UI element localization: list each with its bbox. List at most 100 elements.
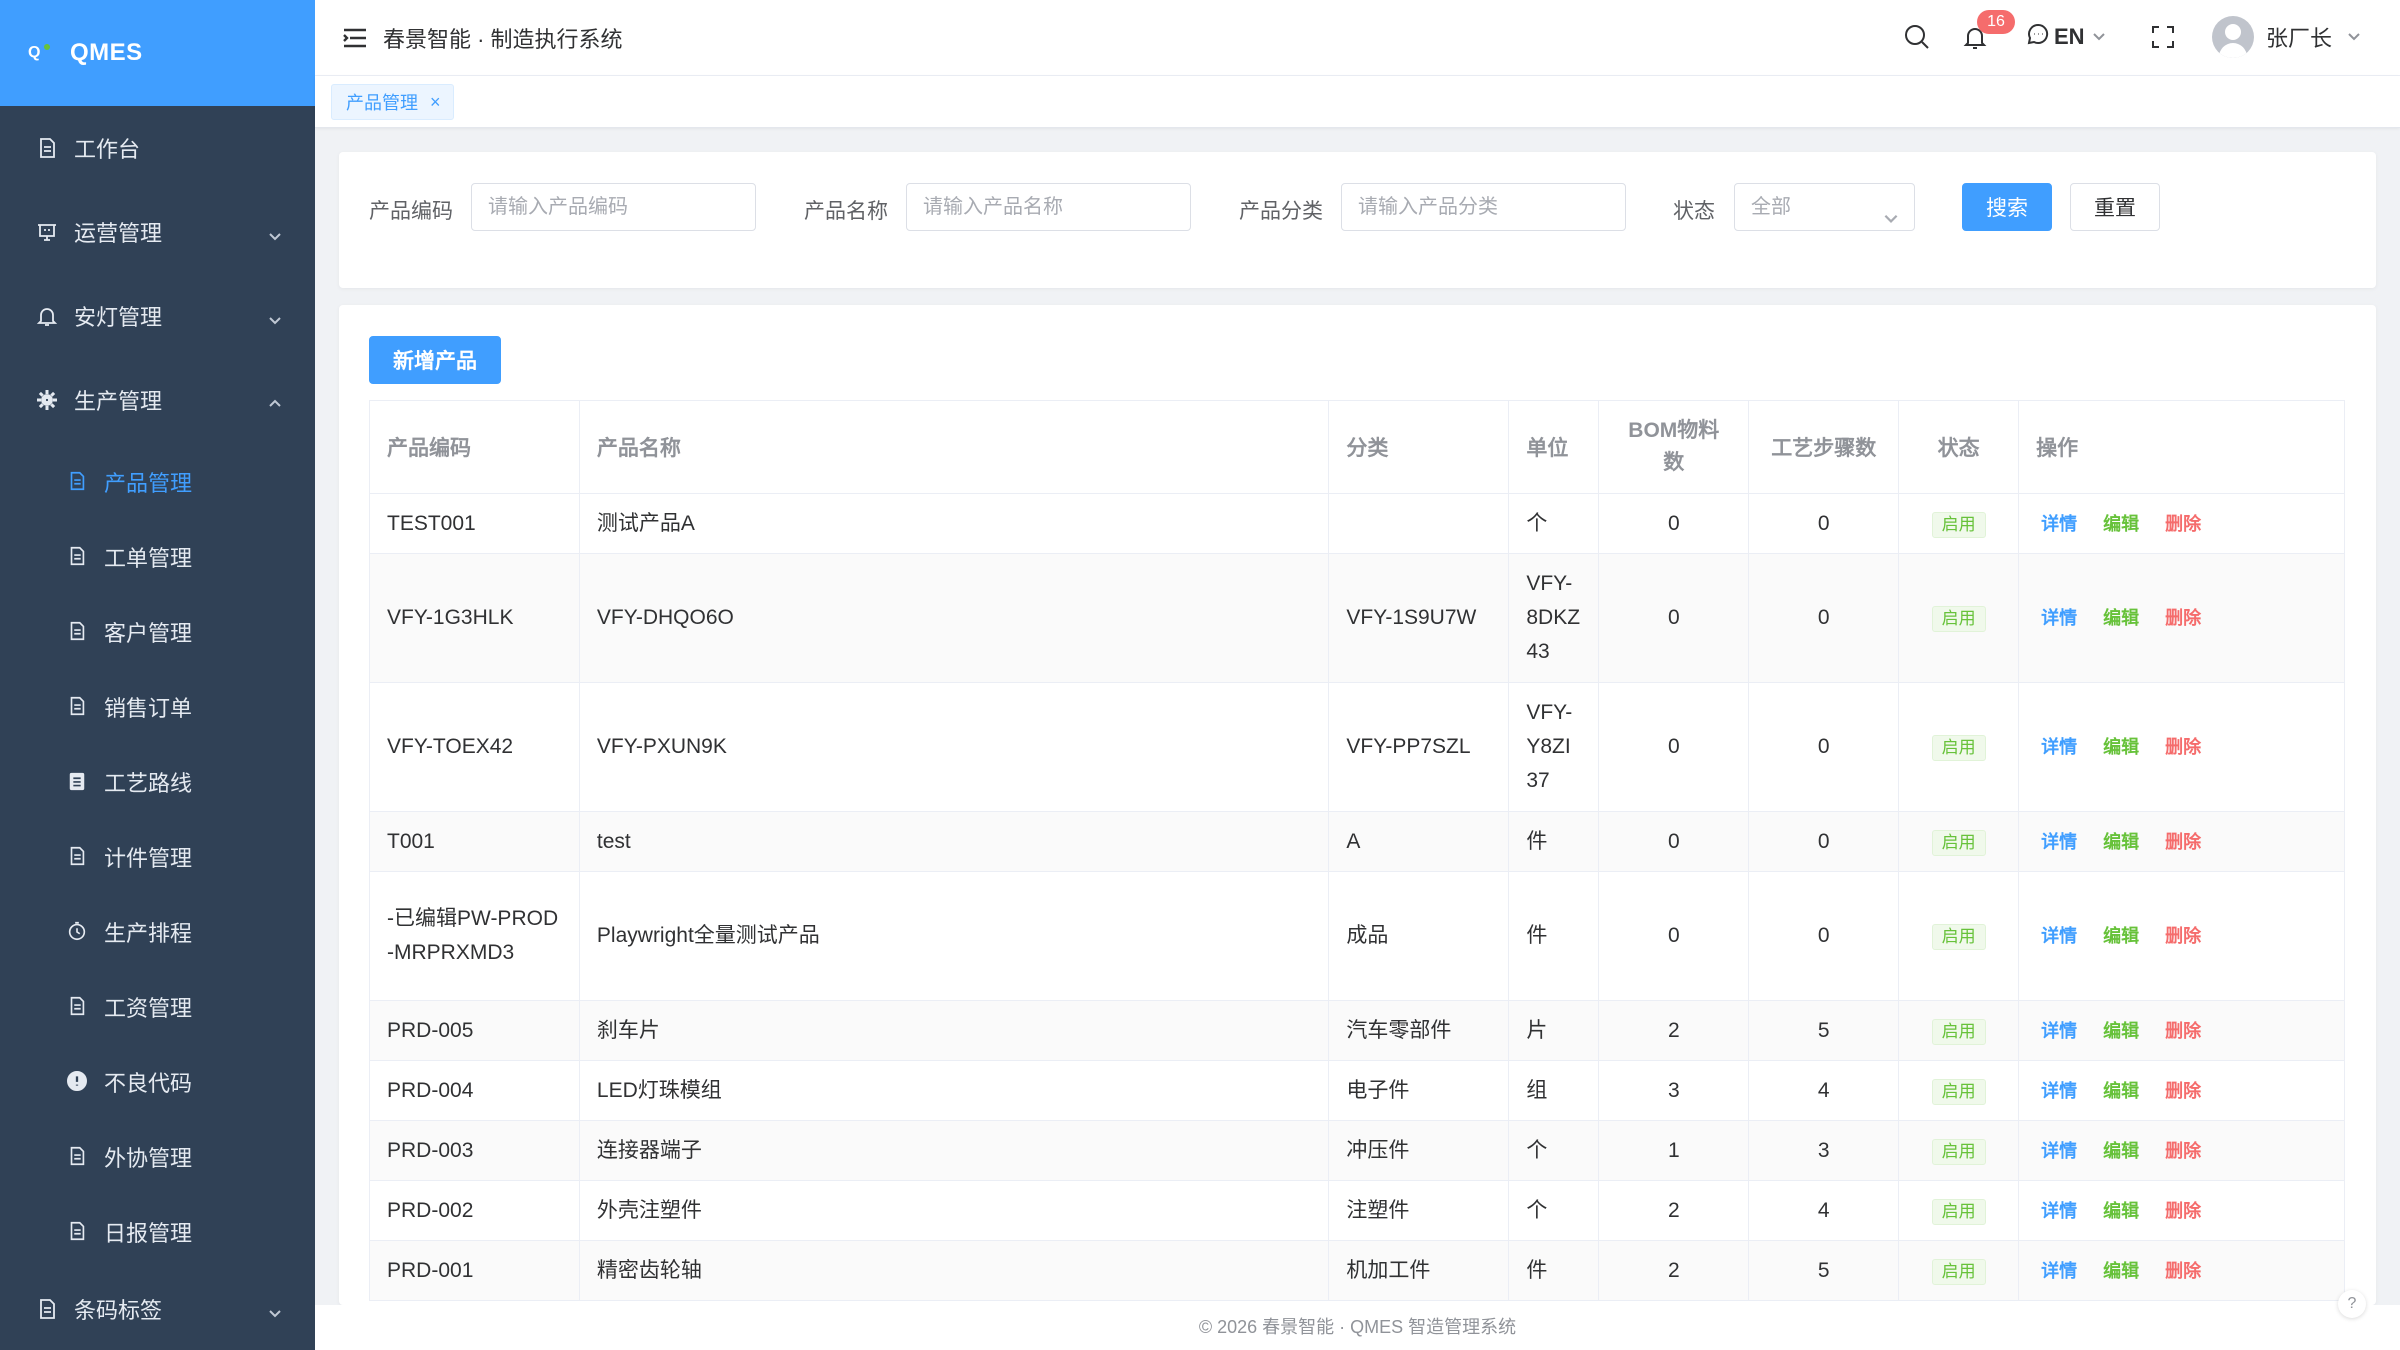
sidebar-item-work-orders[interactable]: 工单管理 bbox=[0, 519, 315, 594]
status-label: 状态 bbox=[1673, 200, 1715, 223]
table-row[interactable]: PRD-001 精密齿轮轴 机加工件件 2 5 启用 详情 编辑 删除 bbox=[369, 1240, 2345, 1301]
detail-link[interactable]: 详情 bbox=[2041, 825, 2077, 859]
add-product-button[interactable]: 新增产品 bbox=[369, 336, 501, 384]
chevron-down-icon bbox=[267, 1301, 283, 1318]
document-icon bbox=[66, 1145, 90, 1169]
edit-link[interactable]: 编辑 bbox=[2103, 825, 2139, 859]
unit-cell: VFY-8DKZ43 bbox=[1508, 553, 1600, 683]
edit-link[interactable]: 编辑 bbox=[2103, 919, 2139, 953]
delete-link[interactable]: 删除 bbox=[2165, 730, 2201, 764]
detail-link[interactable]: 详情 bbox=[2041, 1014, 2077, 1048]
sidebar-item-product-management[interactable]: 产品管理 bbox=[0, 444, 315, 519]
delete-link[interactable]: 删除 bbox=[2165, 919, 2201, 953]
sidebar-item-production[interactable]: 生产管理 bbox=[0, 358, 315, 442]
detail-link[interactable]: 详情 bbox=[2041, 507, 2077, 541]
column-header-name[interactable]: 产品名称 bbox=[578, 400, 1330, 494]
edit-link[interactable]: 编辑 bbox=[2103, 1254, 2139, 1288]
delete-link[interactable]: 删除 bbox=[2165, 825, 2201, 859]
process-steps-cell: 5 bbox=[1748, 1240, 1900, 1301]
column-header-process-steps[interactable]: 工艺步骤数 bbox=[1748, 400, 1900, 494]
stopwatch-icon bbox=[66, 920, 90, 944]
product-name-input[interactable] bbox=[906, 183, 1191, 231]
status-cell: 启用 bbox=[1898, 682, 2020, 812]
user-menu[interactable]: 张厂长 bbox=[2212, 16, 2362, 58]
help-icon[interactable]: ? bbox=[2338, 1290, 2366, 1318]
status-select[interactable]: 全部 bbox=[1734, 183, 1915, 231]
column-header-status[interactable]: 状态 bbox=[1898, 400, 2020, 494]
table-row[interactable]: PRD-004 LED灯珠模组 电子件组 3 4 启用 详情 编辑 删除 bbox=[369, 1060, 2345, 1121]
detail-link[interactable]: 详情 bbox=[2041, 1074, 2077, 1108]
sidebar-item-customers[interactable]: 客户管理 bbox=[0, 594, 315, 669]
edit-link[interactable]: 编辑 bbox=[2103, 1014, 2139, 1048]
detail-link[interactable]: 详情 bbox=[2041, 1194, 2077, 1228]
bom-count-cell: 3 bbox=[1598, 1060, 1750, 1121]
table-header-row: 产品编码 产品名称 分类 单位 BOM物料数 工艺步骤数 状态 操作 bbox=[369, 400, 2345, 494]
tags-view-bar: 产品管理 × bbox=[315, 76, 2400, 128]
edit-link[interactable]: 编辑 bbox=[2103, 601, 2139, 635]
category-cell: 成品 bbox=[1328, 871, 1510, 1001]
edit-link[interactable]: 编辑 bbox=[2103, 1134, 2139, 1168]
column-header-unit[interactable]: 单位 bbox=[1508, 400, 1600, 494]
reset-button[interactable]: 重置 bbox=[2070, 183, 2160, 231]
sidebar-item-outsourcing[interactable]: 外协管理 bbox=[0, 1119, 315, 1194]
sidebar-item-sales-orders[interactable]: 销售订单 bbox=[0, 669, 315, 744]
status-badge: 启用 bbox=[1931, 924, 1986, 950]
bell-icon bbox=[34, 303, 60, 329]
sidebar-item-defect-codes[interactable]: 不良代码 bbox=[0, 1044, 315, 1119]
sidebar-item-barcode-labels[interactable]: 条码标签 bbox=[0, 1269, 315, 1349]
search-icon[interactable] bbox=[1902, 22, 1932, 52]
logo[interactable]: Q QMES bbox=[0, 0, 315, 106]
product-name-cell: LED灯珠模组 bbox=[578, 1060, 1330, 1121]
table-row[interactable]: TEST001 测试产品A 个 0 0 启用 详情 编辑 删除 bbox=[369, 493, 2345, 554]
edit-link[interactable]: 编辑 bbox=[2103, 730, 2139, 764]
language-switcher[interactable]: EN bbox=[2026, 22, 2107, 52]
table-row[interactable]: -已编辑PW-PROD-MRPRXMD3 Playwright全量测试产品 成品件 0… bbox=[369, 871, 2345, 1001]
sidebar-item-scheduling[interactable]: 生产排程 bbox=[0, 894, 315, 969]
product-name-cell: 精密齿轮轴 bbox=[578, 1240, 1330, 1301]
table-row[interactable]: VFY-TOEX42 VFY-PXUN9K VFY-PP7SZL VFY-Y8ZI37… bbox=[369, 682, 2345, 812]
detail-link[interactable]: 详情 bbox=[2041, 919, 2077, 953]
product-category-input[interactable] bbox=[1341, 183, 1626, 231]
table-row[interactable]: PRD-002 外壳注塑件 注塑件个 2 4 启用 详情 编辑 删除 bbox=[369, 1180, 2345, 1241]
edit-link[interactable]: 编辑 bbox=[2103, 1074, 2139, 1108]
edit-link[interactable]: 编辑 bbox=[2103, 507, 2139, 541]
column-header-bom-count[interactable]: BOM物料数 bbox=[1598, 400, 1750, 494]
sidebar-item-label: 安灯管理 bbox=[74, 305, 163, 330]
sidebar-item-andon[interactable]: 安灯管理 bbox=[0, 274, 315, 358]
delete-link[interactable]: 删除 bbox=[2165, 601, 2201, 635]
status-badge: 启用 bbox=[1931, 1018, 1986, 1045]
product-code-input[interactable] bbox=[471, 183, 756, 231]
sidebar-item-process-routes[interactable]: 工艺路线 bbox=[0, 744, 315, 819]
delete-link[interactable]: 删除 bbox=[2165, 1194, 2201, 1228]
delete-link[interactable]: 删除 bbox=[2165, 1014, 2201, 1048]
search-button[interactable]: 搜索 bbox=[1962, 183, 2052, 231]
hamburger-icon[interactable] bbox=[341, 26, 369, 50]
sidebar-item-piecework[interactable]: 计件管理 bbox=[0, 819, 315, 894]
sidebar-item-workbench[interactable]: 工作台 bbox=[0, 106, 315, 190]
tab-product-management[interactable]: 产品管理 × bbox=[331, 84, 454, 120]
detail-link[interactable]: 详情 bbox=[2041, 730, 2077, 764]
chevron-down-icon bbox=[1882, 198, 1900, 244]
delete-link[interactable]: 删除 bbox=[2165, 1134, 2201, 1168]
detail-link[interactable]: 详情 bbox=[2041, 1254, 2077, 1288]
detail-link[interactable]: 详情 bbox=[2041, 601, 2077, 635]
table-row[interactable]: T001 test A 件 0 0 启用 详情 编辑 删除 bbox=[369, 811, 2345, 872]
table-row[interactable]: PRD-005 刹车片 汽车零部件片 2 5 启用 详情 编辑 删除 bbox=[369, 1000, 2345, 1061]
sidebar-item-operations[interactable]: 运营管理 bbox=[0, 190, 315, 274]
edit-link[interactable]: 编辑 bbox=[2103, 1194, 2139, 1228]
sidebar-item-daily-reports[interactable]: 日报管理 bbox=[0, 1194, 315, 1269]
column-header-code[interactable]: 产品编码 bbox=[369, 400, 580, 494]
column-header-actions: 操作 bbox=[2018, 400, 2345, 494]
product-table-card: 新增产品 产品编码 产品名称 分类 单位 BOM物料数 工艺步骤数 状态 操作 … bbox=[339, 305, 2376, 1305]
fullscreen-icon[interactable] bbox=[2148, 22, 2178, 52]
delete-link[interactable]: 删除 bbox=[2165, 507, 2201, 541]
detail-link[interactable]: 详情 bbox=[2041, 1134, 2077, 1168]
chat-icon bbox=[2026, 22, 2050, 52]
close-icon[interactable]: × bbox=[430, 92, 441, 113]
column-header-category[interactable]: 分类 bbox=[1328, 400, 1510, 494]
table-row[interactable]: VFY-1G3HLK VFY-DHQO6O VFY-1S9U7W VFY-8DKZ43… bbox=[369, 553, 2345, 683]
sidebar-item-payroll[interactable]: 工资管理 bbox=[0, 969, 315, 1044]
delete-link[interactable]: 删除 bbox=[2165, 1254, 2201, 1288]
table-row[interactable]: PRD-003 连接器端子 冲压件个 1 3 启用 详情 编辑 删除 bbox=[369, 1120, 2345, 1181]
delete-link[interactable]: 删除 bbox=[2165, 1074, 2201, 1108]
